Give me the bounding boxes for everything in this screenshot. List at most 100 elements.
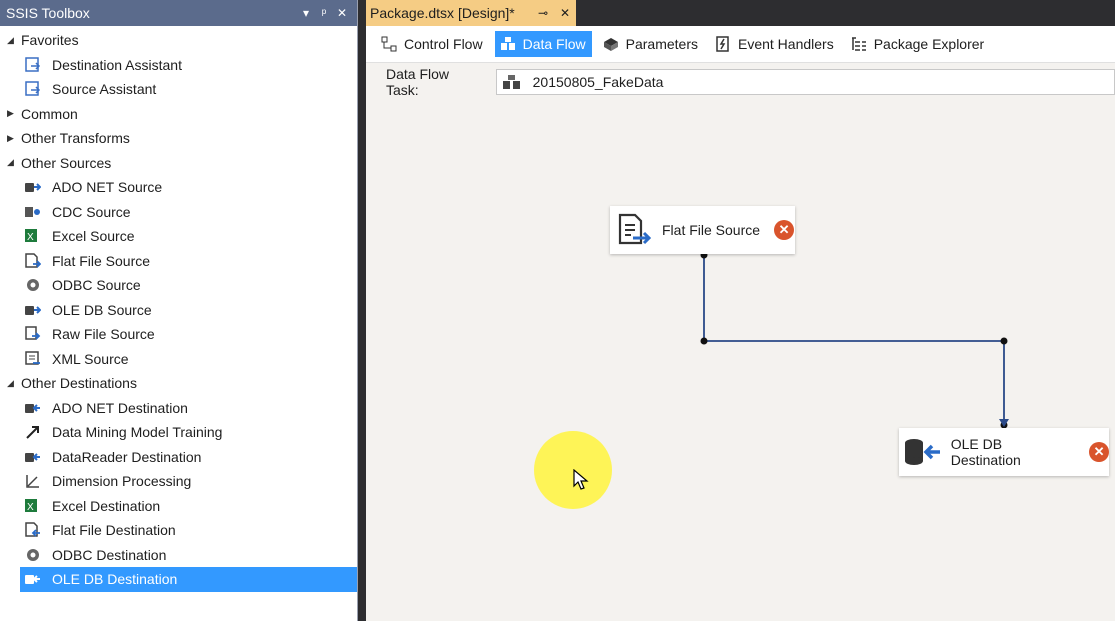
component-ole-db-destination[interactable]: OLE DB Destination ✕ [899,428,1109,476]
toolbox-item-excel-source[interactable]: X Excel Source [0,224,357,249]
toolbox-title-bar: SSIS Toolbox ▾ ᵖ ✕ [0,0,357,26]
pin-icon[interactable]: ⊸ [532,6,554,20]
odbc-destination-icon [24,546,42,564]
tab-label: Control Flow [404,36,483,52]
data-flow-task-value: 20150805_FakeData [532,74,664,90]
toolbox-item-ado-net-destination[interactable]: ADO NET Destination [0,396,357,421]
ado-net-destination-icon [24,399,42,417]
item-label: OLE DB Destination [52,571,178,588]
collapsed-arrow-icon: ▶ [7,108,14,119]
tab-label: Parameters [625,36,698,52]
ole-db-source-icon [24,301,42,319]
toolbox-item-ado-net-source[interactable]: ADO NET Source [0,175,357,200]
error-icon: ✕ [1089,442,1109,462]
component-flat-file-source[interactable]: Flat File Source ✕ [610,206,795,254]
category-other-transforms[interactable]: ▶ Other Transforms [0,126,357,151]
close-icon[interactable]: ✕ [333,6,351,20]
item-label: DataReader Destination [52,448,202,465]
flat-file-destination-icon [24,521,42,539]
toolbox-title: SSIS Toolbox [6,5,90,21]
source-assistant-icon [24,80,42,98]
ole-db-destination-icon [903,432,943,472]
event-handlers-icon [714,35,732,53]
category-other-destinations[interactable]: ◢ Other Destinations [0,371,357,396]
item-label: XML Source [52,350,129,367]
excel-source-icon: X [24,227,42,245]
item-label: ODBC Source [52,277,141,294]
tab-data-flow[interactable]: Data Flow [494,31,592,57]
toolbox-list: ◢ Favorites Destination Assistant Source… [0,28,357,621]
data-mining-icon [24,423,42,441]
ssis-toolbox-panel: SSIS Toolbox ▾ ᵖ ✕ ◢ Favorites Destinati… [0,0,358,621]
item-label: ODBC Destination [52,546,167,563]
svg-text:X: X [27,232,34,243]
flat-file-source-icon [614,210,654,250]
tab-label: Event Handlers [737,36,834,52]
data-flow-icon [499,35,517,53]
datareader-destination-icon [24,448,42,466]
toolbox-item-flat-file-source[interactable]: Flat File Source [0,249,357,274]
toolbox-item-flat-file-destination[interactable]: Flat File Destination [0,518,357,543]
mouse-cursor-icon [573,469,589,490]
item-label: OLE DB Source [52,301,152,318]
toolbox-item-datareader-destination[interactable]: DataReader Destination [0,445,357,470]
data-flow-task-label: Data Flow Task: [386,66,450,98]
dropdown-icon[interactable]: ▾ [297,6,315,20]
dimension-processing-icon [24,472,42,490]
toolbox-item-ole-db-source[interactable]: OLE DB Source [0,298,357,323]
error-icon: ✕ [774,220,795,240]
collapsed-arrow-icon: ▶ [7,132,14,143]
category-other-sources[interactable]: ◢ Other Sources [0,151,357,176]
category-common[interactable]: ▶ Common [0,102,357,127]
toolbox-item-raw-file-source[interactable]: Raw File Source [0,322,357,347]
item-label: Raw File Source [52,326,155,343]
toolbox-item-odbc-source[interactable]: ODBC Source [0,273,357,298]
item-label: Data Mining Model Training [52,424,223,441]
category-label: Common [21,105,78,122]
pin-icon[interactable]: ᵖ [315,6,333,20]
item-label: Flat File Destination [52,522,176,539]
package-explorer-icon [850,35,868,53]
xml-source-icon [24,350,42,368]
tab-control-flow[interactable]: Control Flow [376,31,489,57]
raw-file-source-icon [24,325,42,343]
document-tab-title: Package.dtsx [Design]* [370,5,515,21]
destination-assistant-icon [24,56,42,74]
item-label: Excel Destination [52,497,161,514]
toolbox-item-source-assistant[interactable]: Source Assistant [0,77,357,102]
data-flow-canvas[interactable]: Flat File Source ✕ OLE DB Destination ✕ [366,101,1115,621]
ole-db-destination-icon [24,570,42,588]
item-label: Dimension Processing [52,473,192,490]
control-flow-icon [380,35,398,53]
excel-destination-icon: X [24,497,42,515]
category-label: Favorites [21,32,79,49]
toolbox-item-dimension-processing[interactable]: Dimension Processing [0,469,357,494]
close-icon[interactable]: ✕ [554,6,576,20]
data-flow-task-bar: Data Flow Task: 20150805_FakeData [366,63,1115,102]
tab-package-explorer[interactable]: Package Explorer [846,31,991,57]
component-label: OLE DB Destination [950,436,1021,468]
toolbox-item-destination-assistant[interactable]: Destination Assistant [0,53,357,78]
category-favorites[interactable]: ◢ Favorites [0,28,357,53]
flat-file-source-icon [24,252,42,270]
category-label: Other Transforms [21,130,130,147]
tab-label: Package Explorer [873,36,985,52]
expanded-arrow-icon: ◢ [7,34,14,45]
tab-parameters[interactable]: Parameters [598,31,704,57]
toolbox-item-xml-source[interactable]: XML Source [0,347,357,372]
document-tab-package[interactable]: Package.dtsx [Design]* ⊸ ✕ [366,0,576,26]
toolbox-item-odbc-destination[interactable]: ODBC Destination [0,543,357,568]
svg-text:X: X [27,502,34,513]
package-designer: Package.dtsx [Design]* ⊸ ✕ Control Flow … [366,0,1115,621]
data-path-connector[interactable] [366,101,1115,621]
cdc-source-icon [24,203,42,221]
toolbox-item-excel-destination[interactable]: X Excel Destination [0,494,357,519]
toolbox-item-data-mining-model-training[interactable]: Data Mining Model Training [0,420,357,445]
item-label: Destination Assistant [52,56,182,73]
toolbox-item-ole-db-destination[interactable]: OLE DB Destination [20,567,357,592]
expanded-arrow-icon: ◢ [7,157,14,168]
item-label: CDC Source [52,203,131,220]
toolbox-item-cdc-source[interactable]: CDC Source [0,200,357,225]
data-flow-task-select[interactable]: 20150805_FakeData [495,69,1115,95]
tab-event-handlers[interactable]: Event Handlers [710,31,840,57]
